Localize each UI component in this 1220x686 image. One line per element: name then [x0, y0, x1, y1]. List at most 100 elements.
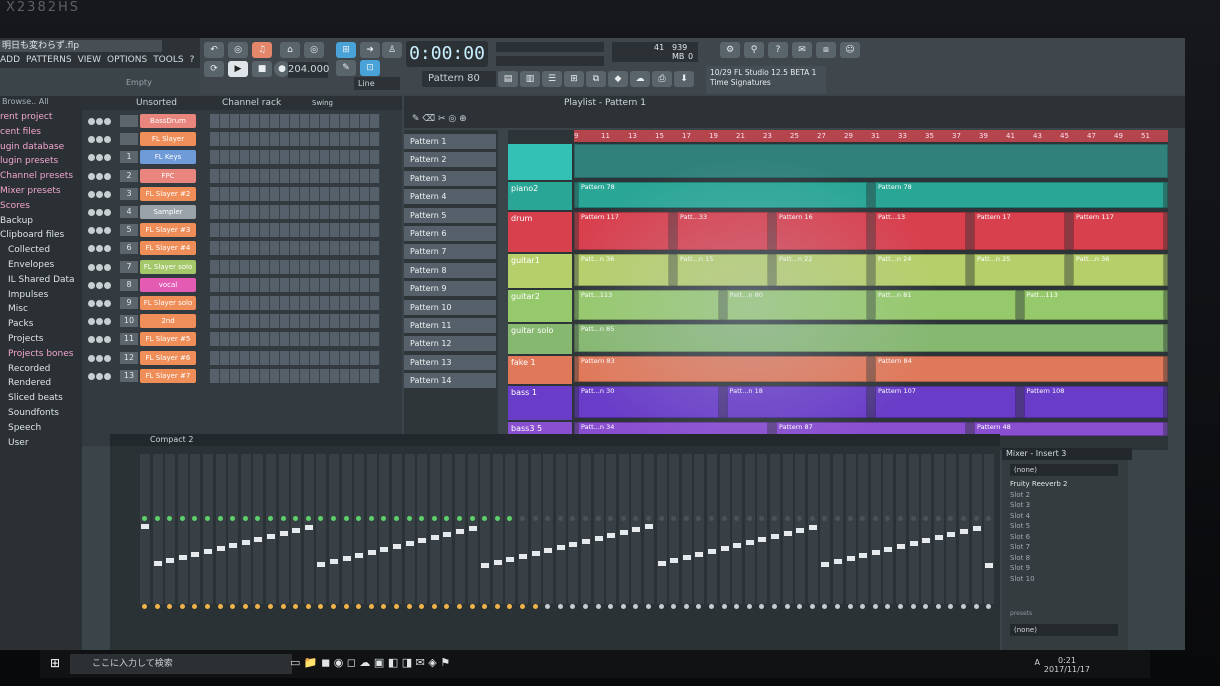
pan-knob[interactable]: [784, 604, 790, 609]
step-sequencer[interactable]: [210, 296, 380, 310]
mixer-strip[interactable]: [681, 454, 692, 609]
mixer-strip[interactable]: [253, 454, 264, 609]
pattern-item[interactable]: Pattern 5: [404, 207, 496, 223]
pan-knob[interactable]: [343, 604, 349, 609]
mixer-fader[interactable]: [493, 560, 502, 565]
browser-item[interactable]: Scores: [0, 201, 30, 211]
channel-knob[interactable]: [96, 281, 103, 289]
pan-knob[interactable]: [255, 604, 261, 609]
browser-item[interactable]: Rendered: [8, 378, 51, 388]
pattern-item[interactable]: Pattern 7: [404, 244, 496, 260]
song-mode-button[interactable]: ➜: [360, 42, 380, 58]
browser-item[interactable]: Clipboard files: [0, 230, 64, 240]
step-sequencer[interactable]: [210, 186, 380, 201]
pan-knob[interactable]: [973, 604, 979, 609]
channel-knob[interactable]: [104, 154, 111, 162]
channel-knob[interactable]: [88, 136, 95, 144]
mixer-strip[interactable]: [392, 454, 402, 609]
playlist-clip[interactable]: Patt...n 36: [1073, 254, 1164, 286]
menu-item[interactable]: ADD: [0, 55, 20, 65]
mixer-strip[interactable]: [618, 454, 629, 609]
mixer-strip[interactable]: [291, 454, 302, 609]
playlist-tools-icon[interactable]: ✎ ⌫ ✂ ◎ ⊕: [412, 114, 467, 124]
channel-knob[interactable]: [96, 263, 103, 271]
mic-icon[interactable]: ⚲: [744, 42, 764, 58]
mixer-fader[interactable]: [733, 543, 742, 548]
channel-knob[interactable]: [88, 281, 95, 289]
rec-options-button[interactable]: ◎: [228, 42, 248, 58]
pan-knob[interactable]: [444, 604, 450, 609]
mixer-fader[interactable]: [556, 545, 565, 550]
mixer-fader[interactable]: [380, 547, 389, 552]
view-channel-rack-button[interactable]: ⊞: [564, 71, 584, 87]
channel-knob[interactable]: [104, 336, 111, 344]
mixer-strip[interactable]: [656, 454, 667, 609]
pan-knob[interactable]: [986, 604, 992, 609]
pan-knob[interactable]: [268, 604, 273, 609]
pan-knob[interactable]: [860, 604, 866, 609]
mixer-strip[interactable]: [404, 454, 415, 609]
channel-name-button[interactable]: 2nd: [140, 314, 196, 329]
mixer-strip[interactable]: [984, 454, 995, 609]
clock-time[interactable]: 0:21: [1044, 656, 1090, 665]
browser-item[interactable]: Packs: [8, 319, 33, 329]
browser-item[interactable]: User: [8, 438, 29, 448]
channel-knob[interactable]: [96, 318, 103, 326]
mixer-strip[interactable]: [959, 454, 969, 609]
mixer-fader[interactable]: [166, 558, 175, 563]
mixer-fader[interactable]: [846, 556, 855, 561]
pan-knob[interactable]: [419, 604, 425, 609]
pan-knob[interactable]: [570, 604, 576, 609]
mixer-strip[interactable]: [278, 454, 289, 609]
view-playlist-button[interactable]: ▤: [498, 71, 518, 87]
browser-item[interactable]: Mixer presets: [0, 186, 61, 196]
mixer-fader[interactable]: [897, 544, 905, 549]
channel-number[interactable]: 4: [120, 206, 138, 218]
mixer-strip[interactable]: [883, 454, 894, 609]
pan-knob[interactable]: [192, 604, 198, 609]
channel-knob[interactable]: [88, 227, 95, 235]
channel-knob[interactable]: [96, 336, 103, 344]
pan-knob[interactable]: [885, 604, 891, 609]
pan-knob[interactable]: [847, 604, 853, 609]
mixer-fader[interactable]: [884, 547, 893, 552]
pan-knob[interactable]: [772, 604, 777, 609]
pan-knob[interactable]: [595, 604, 601, 609]
step-sequencer[interactable]: [210, 314, 380, 329]
pan-knob[interactable]: [961, 604, 966, 609]
mixer-strip[interactable]: [203, 454, 213, 609]
mixer-strip[interactable]: [946, 454, 957, 609]
channel-knob[interactable]: [88, 263, 95, 271]
channel-knob[interactable]: [96, 172, 103, 180]
pan-knob[interactable]: [305, 604, 311, 609]
browser-item[interactable]: Channel presets: [0, 171, 73, 181]
step-sequencer[interactable]: [210, 205, 380, 219]
play-button[interactable]: ▶: [228, 61, 248, 77]
channel-knob[interactable]: [96, 245, 103, 253]
pan-knob[interactable]: [709, 604, 714, 609]
channel-name-button[interactable]: BassDrum: [140, 114, 196, 128]
channel-name-button[interactable]: FL Slayer #7: [140, 368, 196, 383]
channel-knob[interactable]: [96, 227, 103, 235]
channel-name-button[interactable]: FL Slayer #6: [140, 350, 196, 365]
menu-item[interactable]: VIEW: [78, 55, 101, 65]
browser-item[interactable]: lugin presets: [0, 156, 58, 166]
step-sequencer[interactable]: [210, 368, 380, 383]
channel-knob[interactable]: [104, 281, 111, 289]
pan-knob[interactable]: [734, 604, 740, 609]
channel-knob[interactable]: [88, 245, 95, 253]
channel-knob[interactable]: [88, 336, 95, 344]
mixer-fader[interactable]: [670, 558, 679, 563]
mixer-strip[interactable]: [379, 454, 390, 609]
channel-knob[interactable]: [96, 154, 103, 162]
channel-knob[interactable]: [104, 372, 111, 380]
browser-item[interactable]: cent files: [0, 127, 41, 137]
mixer-fader[interactable]: [141, 524, 149, 529]
channel-name-button[interactable]: vocal: [140, 277, 196, 292]
mixer-strip[interactable]: [820, 454, 831, 609]
pan-knob[interactable]: [167, 604, 173, 609]
mixer-fader[interactable]: [443, 532, 452, 537]
channel-number[interactable]: 11: [120, 333, 138, 346]
mixer-strip[interactable]: [631, 454, 642, 609]
menu-item[interactable]: OPTIONS: [107, 55, 147, 65]
